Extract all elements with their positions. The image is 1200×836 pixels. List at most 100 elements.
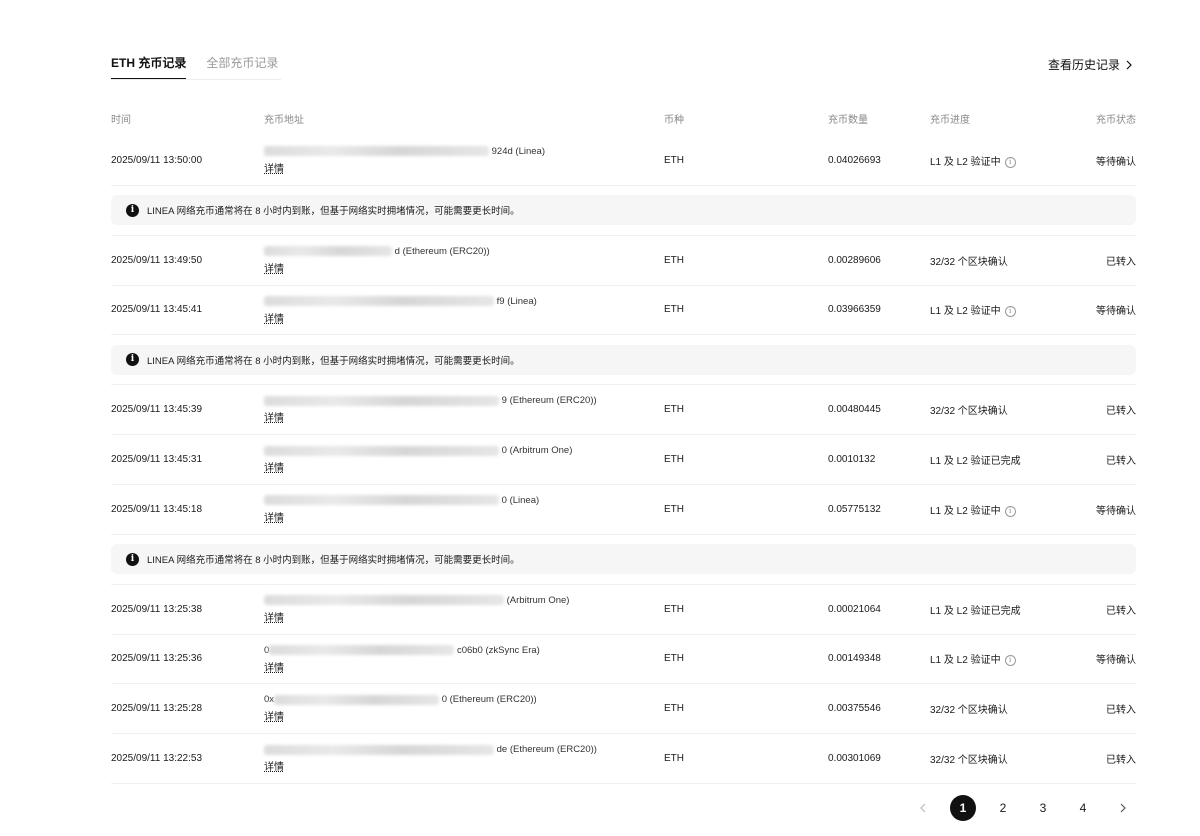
detail-link[interactable]: 详情 xyxy=(264,708,284,723)
detail-link[interactable]: 详情 xyxy=(264,310,284,325)
row-progress: L1 及 L2 验证中 i xyxy=(930,153,1060,168)
linea-notice-row: i LINEA 网络充币通常将在 8 小时内到账，但基于网络实时拥堵情况，可能需… xyxy=(111,186,1136,236)
page-button-2[interactable]: 2 xyxy=(990,795,1016,821)
table-row: 2025/09/11 13:49:50 d (Ethereum (ERC20))… xyxy=(111,236,1136,286)
table-header: 时间 充币地址 币种 充币数量 充币进度 充币状态 xyxy=(111,100,1136,136)
row-progress: L1 及 L2 验证中 i xyxy=(930,502,1060,517)
page-button-1[interactable]: 1 xyxy=(950,795,976,821)
header-time: 时间 xyxy=(111,114,131,126)
info-icon[interactable]: i xyxy=(1004,655,1016,667)
table-row: 2025/09/11 13:25:36 0 c06b0 (zkSync Era)… xyxy=(111,635,1136,685)
address-suffix: 924d (Linea) xyxy=(491,146,545,157)
header-address: 充币地址 xyxy=(264,114,304,126)
row-amount: 0.00021064 xyxy=(828,603,881,615)
detail-link[interactable]: 详情 xyxy=(264,160,284,175)
detail-link[interactable]: 详情 xyxy=(264,509,284,524)
row-time: 2025/09/11 13:49:50 xyxy=(111,254,203,266)
deposit-address: (Arbitrum One) xyxy=(264,595,654,606)
table-row: 2025/09/11 13:45:39 9 (Ethereum (ERC20))… xyxy=(111,385,1136,436)
next-page-button[interactable] xyxy=(1110,795,1136,821)
address-suffix: c06b0 (zkSync Era) xyxy=(456,644,540,656)
row-coin: ETH xyxy=(664,603,684,615)
row-address-cell: 0 (Linea) 详情 xyxy=(264,485,664,534)
table-row: 2025/09/11 13:45:41 f9 (Linea) 详情 ETH 0.… xyxy=(111,286,1136,336)
row-progress: L1 及 L2 验证已完成 xyxy=(930,452,1060,467)
deposit-address: 0 (Arbitrum One) xyxy=(264,445,654,456)
address-redacted xyxy=(264,146,489,157)
chevron-left-icon xyxy=(920,803,926,813)
address-suffix: (Arbitrum One) xyxy=(506,594,570,606)
progress-text: L1 及 L2 验证已完成 xyxy=(930,605,1021,617)
row-address-cell: f9 (Linea) 详情 xyxy=(264,286,664,335)
row-coin: ETH xyxy=(664,503,684,515)
info-icon[interactable]: i xyxy=(1004,306,1016,318)
linea-notice-row: i LINEA 网络充币通常将在 8 小时内到账，但基于网络实时拥堵情况，可能需… xyxy=(111,335,1136,386)
row-amount: 0.00289606 xyxy=(828,254,881,266)
table-row: 2025/09/11 13:25:38 (Arbitrum One) 详情 ET… xyxy=(111,585,1136,635)
info-icon[interactable]: i xyxy=(1004,505,1016,517)
row-time: 2025/09/11 13:50:00 xyxy=(111,154,203,166)
detail-link[interactable]: 详情 xyxy=(264,758,284,773)
table-row: 2025/09/11 13:50:00 924d (Linea) 详情 ETH … xyxy=(111,136,1136,186)
view-history-label: 查看历史记录 xyxy=(1047,58,1120,72)
address-suffix: d (Ethereum (ERC20)) xyxy=(394,245,490,257)
progress-text: L1 及 L2 验证中 xyxy=(930,505,1001,517)
table-body: 2025/09/11 13:50:00 924d (Linea) 详情 ETH … xyxy=(111,136,1136,784)
page-button-4[interactable]: 4 xyxy=(1070,795,1096,821)
row-status: 已转入 xyxy=(1106,406,1136,418)
row-coin: ETH xyxy=(664,653,684,665)
linea-notice-row: i LINEA 网络充币通常将在 8 小时内到账，但基于网络实时拥堵情况，可能需… xyxy=(111,535,1136,585)
progress-text: L1 及 L2 验证中 xyxy=(930,306,1001,318)
deposit-address: 0 c06b0 (zkSync Era) xyxy=(264,645,654,656)
row-address-cell: (Arbitrum One) 详情 xyxy=(264,585,664,634)
address-redacted xyxy=(264,246,392,257)
detail-link[interactable]: 详情 xyxy=(264,459,284,474)
tab-eth-deposits[interactable]: ETH 充币记录 xyxy=(111,54,187,80)
chevron-right-icon xyxy=(1120,803,1126,813)
row-address-cell: 0 (Arbitrum One) 详情 xyxy=(264,435,664,484)
progress-text: 32/32 个区块确认 xyxy=(930,256,1008,268)
address-redacted xyxy=(274,694,440,705)
tabs-divider xyxy=(111,79,281,80)
notice-text: LINEA 网络充币通常将在 8 小时内到账，但基于网络实时拥堵情况，可能需要更… xyxy=(147,206,520,218)
detail-link[interactable]: 详情 xyxy=(264,659,284,674)
row-progress: 32/32 个区块确认 xyxy=(930,253,1060,268)
linea-notice: i LINEA 网络充币通常将在 8 小时内到账，但基于网络实时拥堵情况，可能需… xyxy=(111,344,1136,375)
detail-link[interactable]: 详情 xyxy=(264,409,284,424)
notice-text: LINEA 网络充币通常将在 8 小时内到账，但基于网络实时拥堵情况，可能需要更… xyxy=(147,355,520,367)
detail-link[interactable]: 详情 xyxy=(264,609,284,624)
info-icon[interactable]: i xyxy=(1004,156,1016,168)
table-row: 2025/09/11 13:22:53 de (Ethereum (ERC20)… xyxy=(111,734,1136,784)
pagination: 1 2 3 4 xyxy=(910,795,1136,821)
table-row: 2025/09/11 13:45:18 0 (Linea) 详情 ETH 0.0… xyxy=(111,485,1136,535)
view-history-link[interactable]: 查看历史记录 xyxy=(1048,56,1134,73)
row-amount: 0.03966359 xyxy=(828,304,881,316)
page-button-3[interactable]: 3 xyxy=(1030,795,1056,821)
row-coin: ETH xyxy=(664,304,684,316)
progress-text: 32/32 个区块确认 xyxy=(930,406,1008,418)
row-progress: L1 及 L2 验证中 i xyxy=(930,302,1060,317)
progress-text: L1 及 L2 验证已完成 xyxy=(930,456,1021,468)
notice-text: LINEA 网络充币通常将在 8 小时内到账，但基于网络实时拥堵情况，可能需要更… xyxy=(147,555,520,567)
row-progress: L1 及 L2 验证已完成 xyxy=(930,602,1060,617)
row-address-cell: 9 (Ethereum (ERC20)) 详情 xyxy=(264,385,664,434)
row-status: 等待确认 xyxy=(1096,156,1136,168)
row-progress: 32/32 个区块确认 xyxy=(930,751,1060,766)
header-progress: 充币进度 xyxy=(930,114,970,126)
address-redacted xyxy=(264,744,494,755)
address-prefix: 0x xyxy=(264,694,275,706)
row-time: 2025/09/11 13:45:18 xyxy=(111,503,203,515)
chevron-right-icon xyxy=(1126,60,1132,69)
row-status: 已转入 xyxy=(1106,705,1136,717)
prev-page-button[interactable] xyxy=(910,795,936,821)
address-redacted xyxy=(264,495,499,506)
row-coin: ETH xyxy=(664,753,684,765)
deposit-table: 时间 充币地址 币种 充币数量 充币进度 充币状态 2025/09/11 13:… xyxy=(111,100,1136,784)
row-progress: L1 及 L2 验证中 i xyxy=(930,651,1060,666)
row-time: 2025/09/11 13:25:38 xyxy=(111,603,203,615)
row-progress: 32/32 个区块确认 xyxy=(930,402,1060,417)
row-address-cell: de (Ethereum (ERC20)) 详情 xyxy=(264,734,664,783)
address-redacted xyxy=(264,445,499,456)
detail-link[interactable]: 详情 xyxy=(264,260,284,275)
tab-all-deposits[interactable]: 全部充币记录 xyxy=(206,54,278,80)
